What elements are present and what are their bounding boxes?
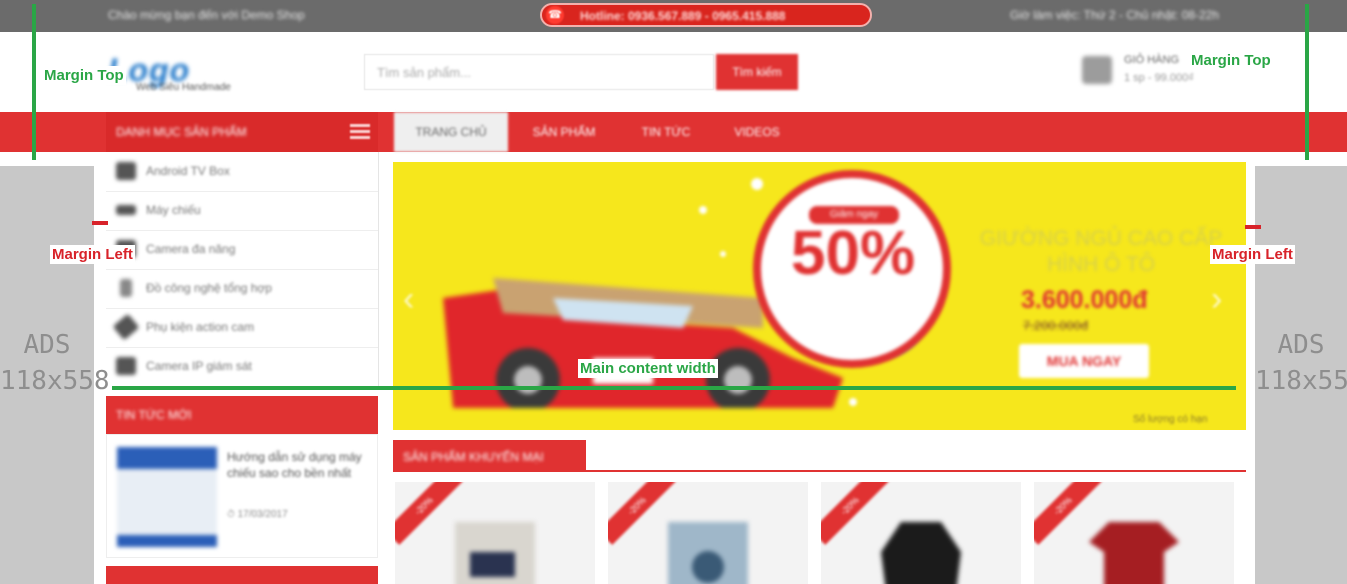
margin-left-tick-left [92,221,108,225]
banner-headline: GIƯỜNG NGỦ CAO CẤP HÌNH Ô TÔ [979,227,1223,276]
promo-products-title: SẢN PHẨM KHUYẾN MẠI [403,450,544,464]
category-item[interactable]: Máy chiếu [106,191,378,231]
chevron-right-icon[interactable]: › [1211,280,1222,319]
margin-left-tick-right [1245,225,1261,229]
product-image [1089,522,1179,584]
top-bar: Chào mừng bạn đến với Demo Shop ☎ Hotlin… [0,0,1347,32]
logo-tagline: Web Siêu Handmade [136,82,231,93]
news-item[interactable]: Hướng dẫn sử dụng máy chiếu sao cho bền … [106,434,378,558]
news-thumbnail[interactable] [117,447,217,547]
main-content-width-line [112,386,1236,390]
news-item-title[interactable]: Hướng dẫn sử dụng máy chiếu sao cho bền … [227,449,369,481]
banner-note: Số lượng có hạn [1133,414,1208,425]
tab-news[interactable]: TIN TỨC [620,112,712,152]
category-list: Android TV Box Máy chiếu Camera đa năng … [106,152,379,386]
ad-size: 118x55 [1255,366,1347,396]
discount-circle: Giảm ngay 50% [753,170,951,368]
action-cam-icon [112,313,140,341]
search-placeholder: Tìm sản phẩm... [377,65,471,80]
news-section-header: TIN TỨC MỚI [106,396,378,434]
projector-icon [116,205,136,215]
category-item[interactable]: Phụ kiện action cam [106,308,378,348]
product-card[interactable]: -20% [821,482,1021,584]
category-item[interactable]: Camera đa năng [106,230,378,270]
product-image [455,522,535,584]
category-item[interactable]: Đồ công nghệ tổng hợp [106,269,378,309]
ad-size: 118x558 [0,366,110,396]
hotline-badge[interactable]: ☎ Hotline: 0936.567.889 - 0965.415.888 [540,3,872,27]
margin-left-label-right: Margin Left [1210,245,1295,264]
margin-top-label-right: Margin Top [1189,51,1273,70]
tab-products[interactable]: SẢN PHẨM [514,112,614,152]
phone-icon: ☎ [546,6,564,24]
product-card[interactable]: -20% [395,482,595,584]
section-divider [393,470,1246,472]
working-hours-text: Giờ làm việc: Thứ 2 - Chủ nhật: 08-22h [1010,8,1220,22]
promo-products-header: SẢN PHẨM KHUYẾN MẠI [393,440,586,472]
tv-box-icon [116,162,136,180]
gadget-icon [120,279,132,297]
next-section-header [106,566,378,584]
category-menu-button[interactable]: DANH MỤC SẢN PHẨM [106,112,378,152]
category-label: Máy chiếu [146,203,201,217]
discount-value: 50% [791,219,916,288]
left-ad-slot[interactable]: ADS 118x558 [0,166,110,584]
margin-top-line-left [32,4,36,160]
banner-price: 3.600.000đ [1021,286,1148,314]
welcome-text: Chào mừng bạn đến với Demo Shop [108,8,305,22]
cart-summary: 1 sp - 99.000₫ [1124,72,1194,84]
ip-camera-icon [116,357,136,375]
category-item[interactable]: Camera IP giám sát [106,347,378,386]
ad-label: ADS [1277,330,1325,360]
news-item-date: ⏱ 17/03/2017 [227,509,288,520]
margin-left-label-left: Margin Left [50,245,135,264]
category-menu-label: DANH MỤC SẢN PHẨM [116,125,247,139]
news-section-title: TIN TỨC MỚI [116,408,192,422]
product-image [668,522,748,584]
banner-old-price: 7.200.000đ [1023,318,1089,333]
product-image [881,522,961,584]
search-button[interactable]: Tìm kiếm [716,54,798,90]
category-label: Camera IP giám sát [146,359,252,373]
tab-videos[interactable]: VIDEOS [716,112,798,152]
category-item[interactable]: Android TV Box [106,152,378,192]
main-content-width-label: Main content width [578,359,718,378]
search-input[interactable]: Tìm sản phẩm... [364,54,714,90]
right-ad-slot[interactable]: ADS 118x55 [1255,166,1347,584]
ad-label: ADS [23,330,71,360]
product-card[interactable]: -20% [608,482,808,584]
category-label: Camera đa năng [146,242,236,256]
margin-top-line-right [1305,4,1309,160]
category-label: Phụ kiện action cam [146,320,255,334]
basket-icon [1082,56,1112,84]
category-label: Android TV Box [146,164,230,178]
date-text: 17/03/2017 [237,509,288,520]
category-label: Đồ công nghệ tổng hợp [146,281,272,295]
cart-title: GIỎ HÀNG [1124,54,1180,66]
product-card[interactable]: -20% [1034,482,1234,584]
hamburger-icon [350,122,370,142]
hotline-text: Hotline: 0936.567.889 - 0965.415.888 [580,9,786,23]
buy-now-button[interactable]: MUA NGAY [1019,344,1149,378]
margin-top-label-left: Margin Top [42,66,126,85]
tab-home[interactable]: TRANG CHỦ [394,112,508,152]
chevron-left-icon[interactable]: ‹ [403,280,414,319]
